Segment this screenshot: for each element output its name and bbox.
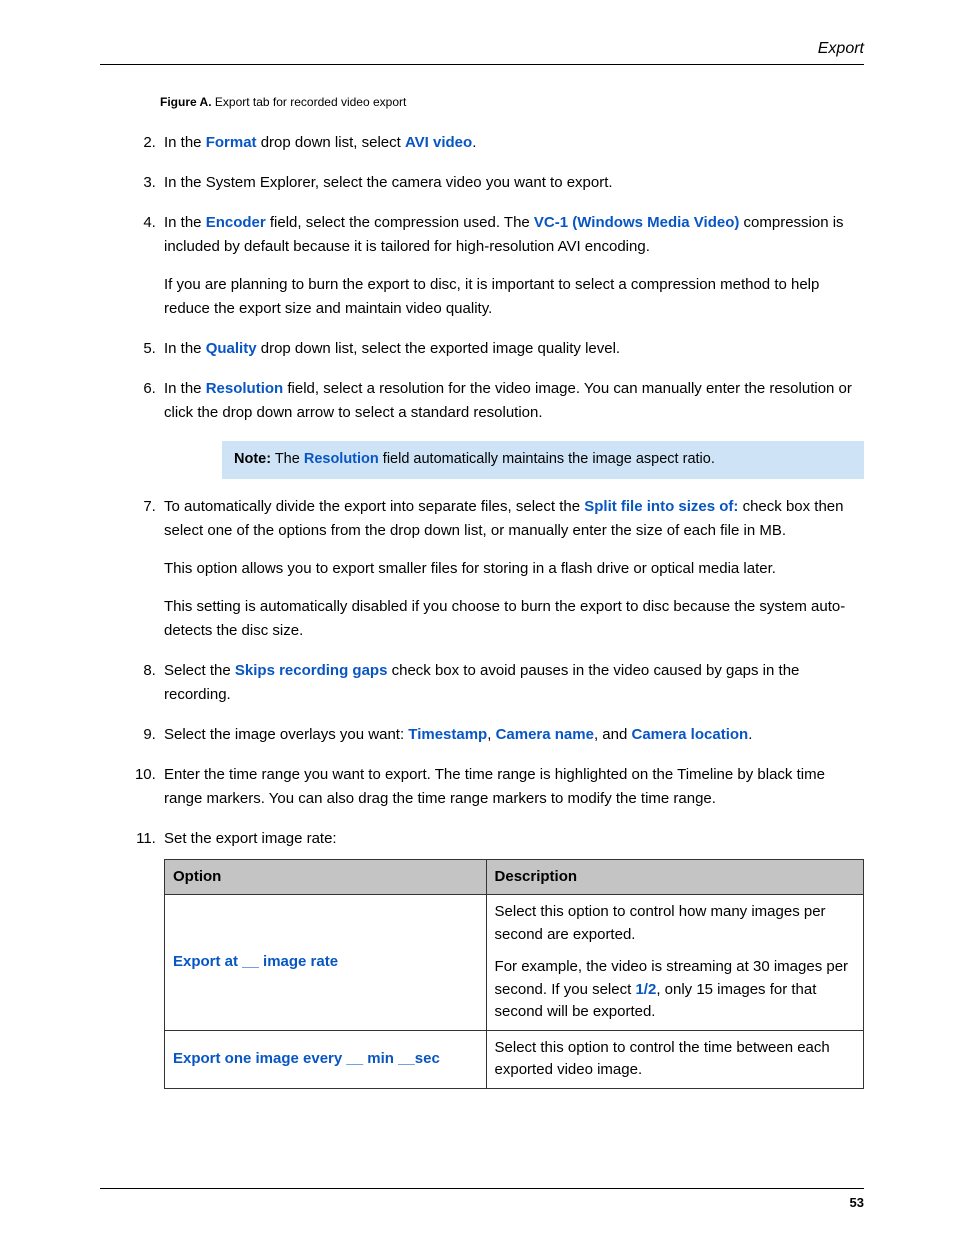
table-row: Export one image every __ min __sec Sele… <box>165 1030 864 1088</box>
table-header-row: Option Description <box>165 859 864 895</box>
image-rate-table: Option Description Export at __ image ra… <box>164 859 864 1089</box>
export-at-rate-desc: Select this option to control how many i… <box>486 895 863 1031</box>
col-option: Option <box>165 859 487 895</box>
camera-location-term: Camera location <box>631 726 748 743</box>
export-one-image-desc: Select this option to control the time b… <box>486 1030 863 1088</box>
step-4-note: If you are planning to burn the export t… <box>164 273 864 321</box>
export-one-image-option: Export one image every __ min __sec <box>173 1050 440 1067</box>
figure-label: Figure A. <box>160 95 212 109</box>
step-7-p2: This option allows you to export smaller… <box>164 557 864 581</box>
page-number: 53 <box>850 1195 864 1210</box>
resolution-note-term: Resolution <box>304 451 379 467</box>
section-header: Export <box>100 40 864 65</box>
note-box: Note: The Resolution field automatically… <box>222 441 864 479</box>
step-2: In the Format drop down list, select AVI… <box>160 131 864 155</box>
step-3: In the System Explorer, select the camer… <box>160 171 864 195</box>
step-6: In the Resolution field, select a resolu… <box>160 377 864 479</box>
one-half-term: 1/2 <box>635 981 656 998</box>
figure-text: Export tab for recorded video export <box>212 95 407 109</box>
steps-list: In the Format drop down list, select AVI… <box>100 131 864 1089</box>
step-11-lead: Set the export image rate: <box>164 830 337 847</box>
step-4: In the Encoder field, select the compres… <box>160 211 864 321</box>
step-7: To automatically divide the export into … <box>160 495 864 643</box>
figure-caption: Figure A. Export tab for recorded video … <box>160 95 864 109</box>
step-8: Select the Skips recording gaps check bo… <box>160 659 864 707</box>
step-11: Set the export image rate: Option Descri… <box>160 827 864 1089</box>
col-description: Description <box>486 859 863 895</box>
vc1-term: VC-1 (Windows Media Video) <box>534 214 739 231</box>
step-10: Enter the time range you want to export.… <box>160 763 864 811</box>
note-label: Note: <box>234 451 271 467</box>
avi-video-term: AVI video <box>405 134 472 151</box>
step-7-p3: This setting is automatically disabled i… <box>164 595 864 643</box>
resolution-term: Resolution <box>206 380 284 397</box>
page-footer: 53 <box>100 1188 864 1210</box>
document-page: Export Figure A. Export tab for recorded… <box>0 0 954 1235</box>
camera-name-term: Camera name <box>496 726 594 743</box>
timestamp-term: Timestamp <box>408 726 487 743</box>
step-9: Select the image overlays you want: Time… <box>160 723 864 747</box>
format-term: Format <box>206 134 257 151</box>
table-row: Export at __ image rate Select this opti… <box>165 895 864 1031</box>
quality-term: Quality <box>206 340 257 357</box>
encoder-term: Encoder <box>206 214 266 231</box>
export-at-rate-option: Export at __ image rate <box>173 953 338 970</box>
split-file-term: Split file into sizes of: <box>584 498 738 515</box>
step-5: In the Quality drop down list, select th… <box>160 337 864 361</box>
skips-gaps-term: Skips recording gaps <box>235 662 388 679</box>
